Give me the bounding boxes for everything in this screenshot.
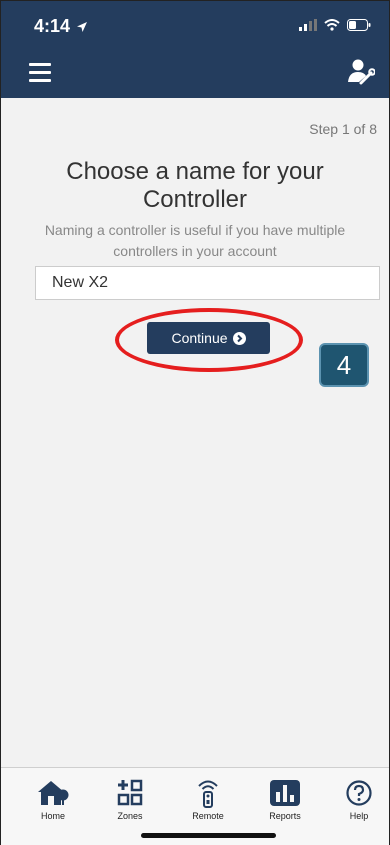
tab-help[interactable]: Help <box>329 778 389 821</box>
status-time: 4:14 <box>34 16 88 37</box>
account-tools-button[interactable] <box>347 57 376 87</box>
tab-remote[interactable]: Remote <box>178 778 238 821</box>
tab-label: Remote <box>192 811 224 821</box>
chevron-right-circle-icon <box>232 331 246 345</box>
remote-icon <box>190 778 226 808</box>
annotation-step-badge: 4 <box>319 343 369 387</box>
signal-icon <box>299 19 317 31</box>
tab-home[interactable]: Home <box>23 778 83 821</box>
page-title: Choose a name for your Controller <box>66 158 324 213</box>
tab-zones[interactable]: Zones <box>100 778 160 821</box>
tab-reports[interactable]: Reports <box>255 778 315 821</box>
wifi-icon <box>324 19 340 31</box>
tab-label: Reports <box>269 811 301 821</box>
status-indicators <box>299 19 371 31</box>
location-arrow-icon <box>77 21 88 32</box>
step-indicator: Step 1 of 8 <box>309 121 377 137</box>
continue-button[interactable]: Continue <box>147 322 270 354</box>
user-tools-icon <box>348 59 376 85</box>
home-indicator <box>141 833 276 838</box>
status-time-text: 4:14 <box>34 16 71 36</box>
top-bar: 4:14 <box>1 1 389 98</box>
app-frame: 4:14 Step 1 of 8 Choose a name for your … <box>0 0 390 845</box>
help-icon <box>341 778 377 808</box>
zones-icon <box>112 778 148 808</box>
continue-label: Continue <box>171 330 228 346</box>
battery-icon <box>347 19 371 31</box>
page-subtitle: Naming a controller is useful if you hav… <box>44 222 346 259</box>
tab-label: Zones <box>117 811 143 821</box>
tab-label: Help <box>349 811 369 821</box>
home-icon <box>35 778 71 808</box>
reports-icon <box>267 778 303 808</box>
controller-name-input[interactable] <box>35 266 380 300</box>
tab-label: Home <box>40 811 65 821</box>
menu-button[interactable] <box>29 63 51 83</box>
hamburger-icon <box>29 63 51 66</box>
